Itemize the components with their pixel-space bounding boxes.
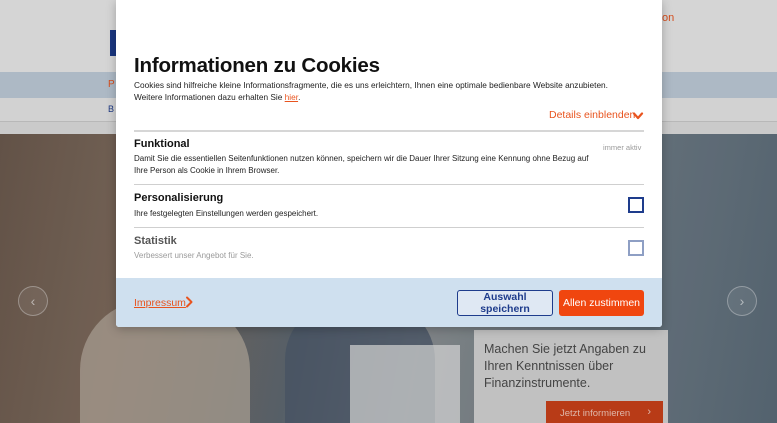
dialog-title: Informationen zu Cookies (134, 54, 380, 77)
dialog-footer: Impressum Auswahl speichern Allen zustim… (116, 278, 662, 327)
more-info-link[interactable]: hier (285, 92, 298, 102)
intro-end: . (298, 92, 301, 102)
details-toggle-link[interactable]: Details einblenden (549, 109, 635, 121)
category-desc-statistics: Verbessert unser Angebot für Sie. (134, 251, 254, 260)
intro-text: Cookies sind hilfreiche kleine Informati… (134, 80, 608, 102)
save-selection-button[interactable]: Auswahl speichern (457, 290, 553, 316)
category-title-statistics: Statistik (134, 235, 177, 247)
category-desc-personalization: Ihre festgelegten Einstellungen werden g… (134, 209, 319, 218)
impressum-link[interactable]: Impressum (134, 297, 186, 309)
statistics-checkbox[interactable] (628, 240, 644, 256)
cookie-consent-dialog: Informationen zu Cookies Cookies sind hi… (116, 0, 662, 327)
section-divider (134, 227, 644, 228)
category-title-functional: Funktional (134, 138, 190, 150)
chevron-down-icon[interactable] (632, 110, 644, 122)
chevron-right-icon[interactable] (184, 295, 194, 309)
dialog-intro-text: Cookies sind hilfreiche kleine Informati… (134, 79, 634, 103)
personalization-checkbox[interactable] (628, 197, 644, 213)
category-title-personalization: Personalisierung (134, 192, 224, 204)
section-divider (134, 130, 644, 132)
always-active-label: immer aktiv (603, 143, 642, 152)
category-desc-functional: Damit Sie die essentiellen Seitenfunktio… (134, 154, 589, 175)
accept-all-button[interactable]: Allen zustimmen (559, 290, 644, 316)
section-divider (134, 184, 644, 185)
